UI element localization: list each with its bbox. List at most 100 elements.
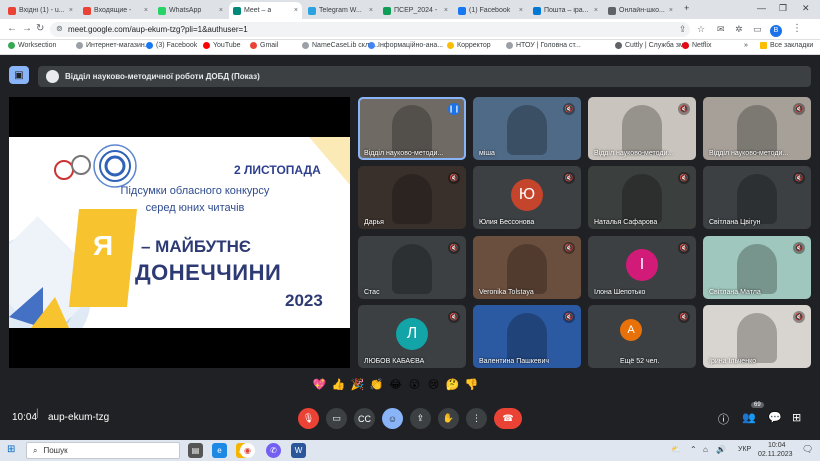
bookmark-star-icon[interactable]: ☆ [697,23,705,35]
reaction-emoji-button[interactable]: 🤔 [445,378,460,393]
browser-tab[interactable]: ПСЕР_2024 - × [379,2,452,19]
minimize-button[interactable]: — [757,3,766,13]
site-info-icon[interactable]: ⊚ [56,24,63,33]
browser-tab[interactable]: Онлайн-шко... × [604,2,677,19]
leave-call-button[interactable]: ☎ [494,408,522,429]
start-icon[interactable]: ⊞ [7,444,15,455]
taskbar-date[interactable]: 02.11.2023 [758,451,793,458]
word-icon[interactable]: W [291,443,306,458]
participant-tile[interactable]: 🔇 Veronika Tolstaya [473,236,581,299]
browser-tab[interactable]: Meet – a × [229,2,302,19]
tab-close-icon[interactable]: × [67,7,73,14]
reaction-emoji-button[interactable]: 👍 [331,378,346,393]
reaction-emoji-button[interactable]: 👎 [464,378,479,393]
tab-close-icon[interactable]: × [292,7,298,14]
extensions-puzzle-icon[interactable]: ✲ [735,23,743,35]
participant-tile[interactable]: 🔇 Наталья Сафарова [588,166,696,229]
chat-icon[interactable]: 💬 [768,411,782,424]
participant-tile[interactable]: ❙❙ Відділ науково-методи... [358,97,466,160]
sidepanel-icon[interactable]: ▭ [753,23,762,35]
back-icon[interactable]: ← [7,23,17,35]
participant-tile[interactable]: Л 🔇 ЛЮБОВ КАБАЄВА [358,305,466,368]
reaction-emoji-button[interactable]: 🎉 [350,378,365,393]
participant-tile[interactable]: 🔇 міша [473,97,581,160]
browser-tab[interactable]: WhatsApp × [154,2,227,19]
hang-up-icon: ☎ [502,413,514,423]
participant-tile[interactable]: 🔇 Валентина Пашкевич [473,305,581,368]
bookmark-link[interactable]: (3) Facebook [146,42,197,49]
participant-tile[interactable]: 🔇 Стас [358,236,466,299]
tab-close-icon[interactable]: × [217,7,223,14]
participant-tile[interactable]: А 🔇 Ещё 52 чел. [588,305,696,368]
participant-tile[interactable]: 🔇 Світлана Матла [703,236,811,299]
extension-icon[interactable]: ✉ [717,23,725,35]
browser-tab[interactable]: Вхідні (1) - u... × [4,2,77,19]
participant-tile[interactable]: Ю 🔇 Юлия Бессонова [473,166,581,229]
browser-tab[interactable]: (1) Facebook × [454,2,527,19]
browser-tab[interactable]: Telegram W... × [304,2,377,19]
reaction-emoji-button[interactable]: 👏 [369,378,384,393]
reaction-emoji-button[interactable]: 💖 [312,378,327,393]
bookmark-link[interactable]: YouTube [203,42,241,49]
bookmark-link[interactable]: НТОУ | Головна ст... [506,42,581,49]
bookmark-link[interactable]: Netflix [682,42,711,49]
menu-icon[interactable]: ⋮ [792,23,802,35]
participant-tile[interactable]: 🔇 Ірина Ільченко [703,305,811,368]
meeting-details-button[interactable]: ▣ [9,66,29,84]
reaction-emoji-button[interactable]: 😂 [388,378,403,393]
notifications-icon[interactable]: 🗨 [802,444,813,455]
share-icon[interactable]: ⇪ [679,23,687,35]
browser-tab[interactable]: Пошта – іра... × [529,2,602,19]
viber-icon[interactable]: ✆ [266,443,281,458]
network-icon[interactable]: ⌂ [703,445,708,454]
participant-tile[interactable]: 🔇 Світлана Цвігун [703,166,811,229]
address-bar[interactable]: ⊚ meet.google.com/aup-ekum-tzg?pli=1&aut… [50,22,690,37]
participant-tile[interactable]: 🔇 Відділ науково-методи... [588,97,696,160]
captions-button[interactable]: CC [354,408,375,429]
chrome-icon[interactable]: ◉ [240,443,255,458]
task-view-icon[interactable]: ▤ [188,443,203,458]
bookmark-link[interactable]: Gmail [250,42,278,49]
bookmark-link[interactable]: Worksection [8,42,56,49]
participant-tile[interactable]: 🔇 Відділ науково-методи... [703,97,811,160]
reload-icon[interactable]: ↻ [36,23,44,35]
tray-chevron-icon[interactable]: ⌃ [690,445,697,454]
activities-icon[interactable]: ⊞ [792,411,801,424]
bookmark-link[interactable]: Интернет-магазин... [76,42,151,49]
reactions-button[interactable]: ☺ [382,408,403,429]
tab-close-icon[interactable]: × [517,7,523,14]
meeting-info-icon[interactable]: ⓘ [718,411,729,427]
all-bookmarks-link[interactable]: Все закладки [760,42,813,49]
volume-icon[interactable]: 🔊 [716,445,726,454]
reaction-emoji-button[interactable]: 😮 [407,378,422,393]
bookmark-link[interactable]: Корректор [447,42,491,49]
tray-weather-icon[interactable]: ⛅ [671,445,681,454]
new-tab-button[interactable]: + [684,3,689,13]
forward-icon[interactable]: → [22,23,32,35]
bookmark-link[interactable]: Інформаційно-ана... [368,42,443,49]
present-button[interactable]: ⇪ [410,408,431,429]
tab-close-icon[interactable]: × [442,7,448,14]
maximize-button[interactable]: ❐ [779,3,787,14]
microphone-button[interactable]: 🎙 [298,408,319,429]
edge-icon[interactable]: e [212,443,227,458]
tab-close-icon[interactable]: × [667,7,673,14]
taskbar-time[interactable]: 10:04 [768,442,786,449]
bookmark-link[interactable]: Cuttly | Служба зм... [615,42,690,49]
participant-tile[interactable]: 🔇 Дарья [358,166,466,229]
more-options-button[interactable]: ⋮ [466,408,487,429]
camera-button[interactable]: ▭ [326,408,347,429]
close-window-button[interactable]: ✕ [802,3,810,14]
tab-close-icon[interactable]: × [592,7,598,14]
people-icon[interactable]: 👥 [742,411,756,424]
tab-close-icon[interactable]: × [367,7,373,14]
profile-avatar-icon[interactable]: B [770,23,782,37]
raise-hand-button[interactable]: ✋ [438,408,459,429]
reaction-emoji-button[interactable]: 😢 [426,378,441,393]
bookmarks-more-icon[interactable]: » [744,42,748,49]
taskbar-search[interactable]: ⌕ Пошук [26,442,180,459]
participant-tile[interactable]: І 🔇 Ілона Шепотько [588,236,696,299]
input-language[interactable]: УКР [738,446,751,453]
browser-tab[interactable]: Входящие - × [79,2,152,19]
tab-close-icon[interactable]: × [142,7,148,14]
